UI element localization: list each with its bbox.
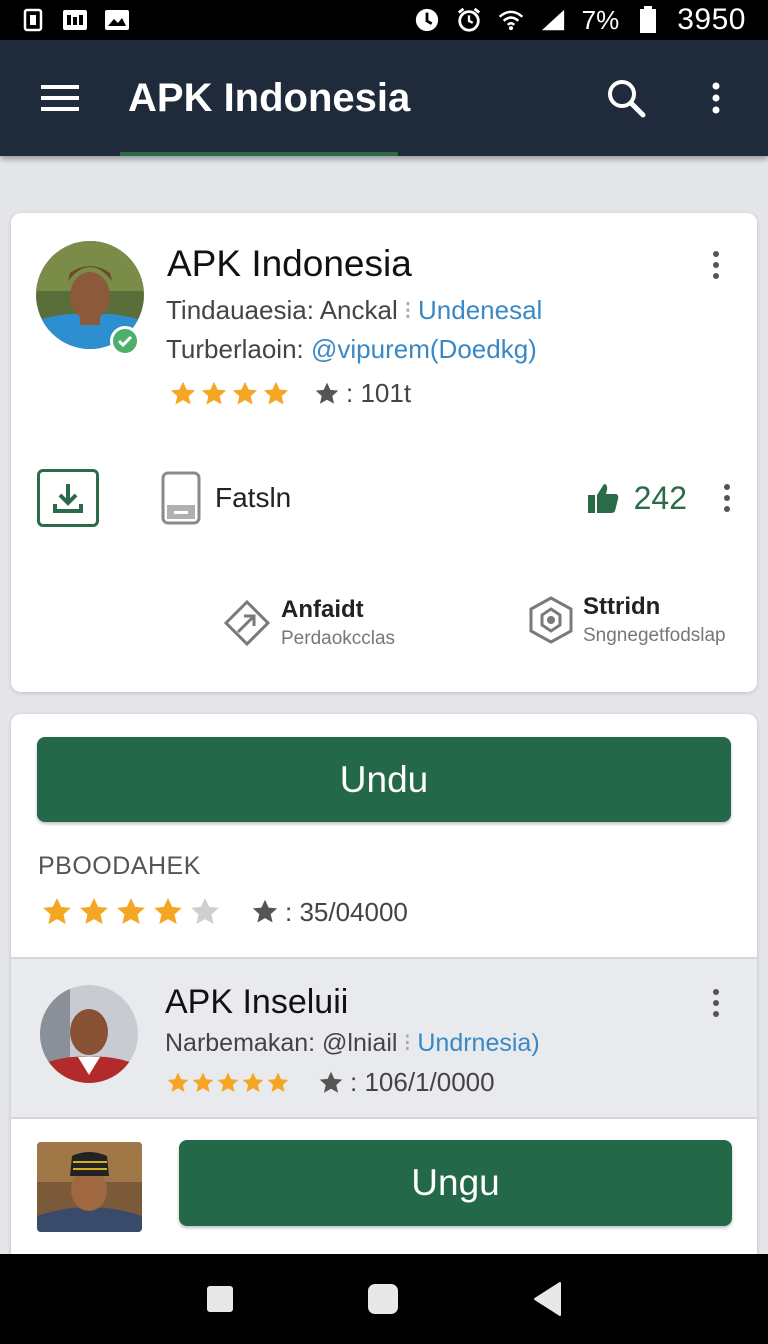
list-item-developer-line: Narbemakan: @lniail ⁝ Undrnesia)	[165, 1029, 540, 1057]
sim-icon	[20, 8, 46, 32]
star-icon	[267, 1072, 289, 1092]
search-icon[interactable]	[604, 76, 648, 120]
star-icon	[232, 381, 258, 404]
status-bar: 7% 3950	[0, 0, 768, 40]
clock: 3950	[677, 3, 746, 36]
app-card-secondary: Undu PBOODAHEK : 35/04000 APK Inseluii N…	[11, 714, 757, 1254]
star-icon	[217, 1072, 239, 1092]
section-rating-row: : 35/04000	[41, 896, 408, 928]
developer-avatar	[40, 985, 138, 1083]
thumbs-up-icon[interactable]	[586, 481, 620, 515]
star-rating	[41, 896, 221, 928]
signal-icon	[540, 9, 566, 31]
feature-share-sub: Perdaokcclas	[281, 628, 396, 649]
square-icon[interactable]	[206, 1285, 234, 1313]
list-item[interactable]: APK Inseluii Narbemakan: @lniail ⁝ Undrnes…	[11, 957, 757, 1119]
card-more-icon[interactable]	[706, 245, 726, 285]
app-bar: APK Indonesia	[0, 40, 768, 156]
star-icon	[117, 898, 145, 924]
star-icon	[201, 381, 227, 404]
like-count: 242	[633, 479, 687, 516]
section-label: PBOODAHEK	[38, 852, 201, 880]
app-name: APK Indonesia	[167, 243, 412, 284]
developer-text: Tindauaesia: Anckal	[166, 295, 398, 325]
star-count-icon	[319, 1071, 343, 1093]
list-item-rating-count: : 106/1/0000	[350, 1067, 495, 1097]
app-title: APK Indonesia	[128, 75, 411, 120]
star-icon	[43, 898, 71, 924]
navigation-bar	[0, 1254, 768, 1344]
alarm-icon	[456, 7, 482, 32]
star-count-icon	[252, 899, 278, 923]
bottom-download-button[interactable]: Ungu	[179, 1140, 732, 1226]
action-row: Fatsln 242	[37, 469, 737, 527]
download-button[interactable]: Undu	[37, 737, 731, 822]
rating-row: : 101t	[169, 378, 411, 409]
star-icon	[80, 898, 108, 924]
star-count-icon	[315, 382, 339, 404]
battery-icon	[635, 6, 661, 33]
star-rating	[166, 1071, 290, 1095]
action-more-icon[interactable]	[717, 478, 737, 518]
hamburger-icon[interactable]	[38, 76, 82, 120]
star-icon	[192, 1072, 214, 1092]
share-icon	[223, 599, 271, 647]
publisher-text: Turberlaoin:	[166, 334, 304, 364]
settings-icon	[527, 595, 575, 645]
list-item-thumbnail	[37, 1142, 142, 1232]
star-empty-icon	[191, 898, 219, 924]
publisher-line: Turberlaoin: @vipurem(Doedkg)	[166, 334, 537, 365]
list-item-developer-link[interactable]: Undrnesia)	[417, 1029, 539, 1057]
battery-percent: 7%	[581, 4, 620, 35]
publisher-link[interactable]: @vipurem(Doedkg)	[311, 334, 537, 364]
phone-icon	[161, 471, 201, 525]
developer-line: Tindauaesia: Anckal ⁝ Undenesal	[166, 295, 543, 325]
developer-link[interactable]: Undenesal	[418, 295, 542, 325]
star-icon	[154, 898, 182, 924]
app-card-primary[interactable]: APK Indonesia Tindauaesia: Anckal ⁝ Undene…	[11, 213, 757, 692]
list-item-developer-text: Narbemakan: @lniail	[165, 1029, 398, 1057]
list-item-more-icon[interactable]	[706, 983, 726, 1023]
star-icon	[263, 381, 289, 404]
gallery-icon	[62, 9, 88, 31]
star-icon	[167, 1072, 189, 1092]
back-triangle-icon[interactable]	[532, 1281, 562, 1317]
image-icon	[104, 9, 130, 31]
star-icon	[242, 1072, 264, 1092]
data-saver-icon	[414, 8, 440, 32]
wifi-icon	[498, 9, 524, 31]
section-rating-count: : 35/04000	[285, 896, 408, 927]
verified-badge-icon	[110, 326, 140, 356]
feature-share-title: Anfaidt	[281, 596, 364, 623]
star-rating	[169, 380, 290, 408]
star-icon	[170, 381, 196, 404]
feature-settings-title: Sttridn	[583, 593, 661, 620]
feature-settings-sub: Sngnegetfodslap	[583, 625, 726, 646]
download-icon[interactable]	[37, 469, 99, 527]
list-item-name: APK Inseluii	[165, 983, 349, 1021]
list-item-rating-row: : 106/1/0000	[166, 1067, 495, 1098]
device-label: Fatsln	[215, 482, 292, 513]
feature-share[interactable]: Anfaidt Perdaokcclas	[223, 596, 395, 650]
home-icon[interactable]	[367, 1283, 399, 1315]
tab-indicator	[120, 152, 398, 156]
more-vert-icon[interactable]	[694, 76, 738, 120]
feature-settings[interactable]: Sttridn Sngnegetfodslap	[527, 593, 726, 647]
rating-count: : 101t	[346, 378, 412, 408]
